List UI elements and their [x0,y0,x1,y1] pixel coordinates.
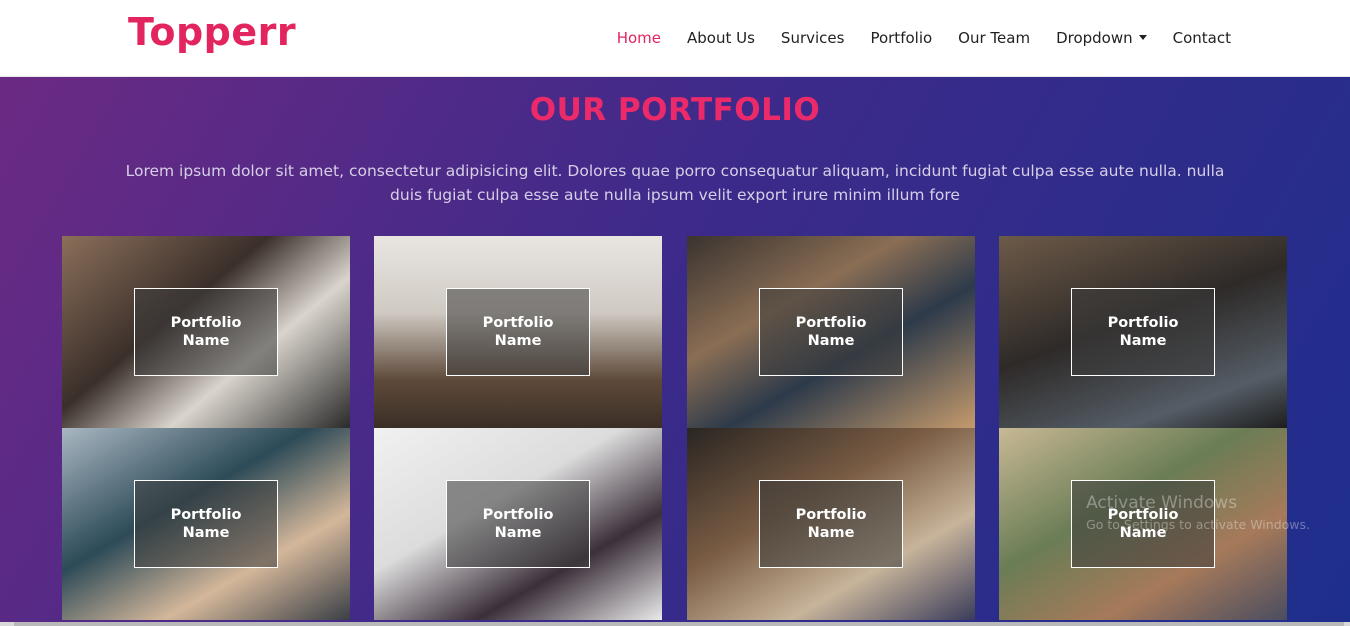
portfolio-item-overlay: Portfolio Name [1071,288,1215,376]
portfolio-item[interactable]: Portfolio Name [687,236,975,428]
portfolio-item-label: Portfolio Name [795,507,867,541]
horizontal-scrollbar[interactable] [0,622,1350,626]
watermark-title: Activate Windows [1086,493,1238,513]
nav-item-contact[interactable]: Contact [1173,29,1231,47]
navbar: Topperr Home About Us Survices Portfolio… [0,0,1350,77]
portfolio-item[interactable]: Portfolio Name [374,428,662,620]
portfolio-item-label: Portfolio Name [795,315,867,349]
portfolio-item-label: Portfolio Name [170,315,242,349]
caret-down-icon [1138,35,1147,40]
portfolio-item-overlay: Portfolio Name [446,288,590,376]
scrollbar-thumb[interactable] [14,622,1344,626]
portfolio-item-overlay: Portfolio Name [759,288,903,376]
portfolio-item[interactable]: Portfolio Name [999,236,1287,428]
nav-item-portfolio[interactable]: Portfolio [870,29,932,47]
section-description: Lorem ipsum dolor sit amet, consectetur … [125,162,1225,204]
portfolio-item-label: Portfolio Name [170,507,242,541]
portfolio-item[interactable]: Portfolio Name [687,428,975,620]
brand-logo[interactable]: Topperr [128,10,296,54]
portfolio-item[interactable]: Portfolio Name [374,236,662,428]
portfolio-item-overlay: Portfolio Name [134,480,278,568]
portfolio-item[interactable]: Portfolio Name [62,428,350,620]
portfolio-item-label: Portfolio Name [482,507,554,541]
portfolio-grid: Portfolio Name Portfolio Name Portfolio … [62,236,1287,620]
portfolio-item[interactable]: Portfolio Name [62,236,350,428]
portfolio-item-overlay: Portfolio Name [446,480,590,568]
nav-item-about-us[interactable]: About Us [687,29,755,47]
nav-item-home[interactable]: Home [617,29,661,47]
portfolio-item-label: Portfolio Name [1107,315,1179,349]
nav-menu: Home About Us Survices Portfolio Our Tea… [591,28,1231,47]
activate-windows-watermark: Activate Windows Go to Settings to activ… [1086,493,1310,532]
watermark-subtitle: Go to Settings to activate Windows. [1086,517,1310,532]
portfolio-item-overlay: Portfolio Name [759,480,903,568]
portfolio-item-label: Portfolio Name [482,315,554,349]
nav-item-dropdown-label: Dropdown [1056,29,1133,47]
section-title: OUR PORTFOLIO [529,92,821,128]
nav-item-survices[interactable]: Survices [781,29,845,47]
nav-item-our-team[interactable]: Our Team [958,29,1030,47]
portfolio-section: OUR PORTFOLIO Lorem ipsum dolor sit amet… [0,77,1350,622]
portfolio-item-overlay: Portfolio Name [134,288,278,376]
nav-item-dropdown[interactable]: Dropdown [1056,29,1147,47]
